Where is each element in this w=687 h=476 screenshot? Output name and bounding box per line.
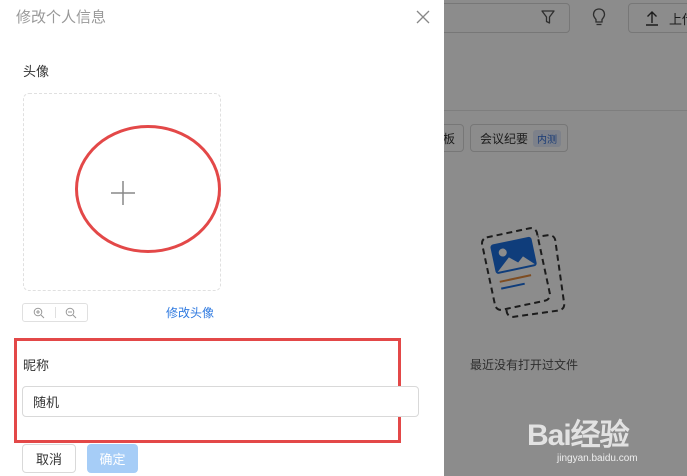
nickname-label: 昵称 (23, 359, 50, 374)
zoom-in-button[interactable] (23, 304, 55, 321)
zoom-out-icon (65, 307, 77, 318)
zoom-in-icon (33, 307, 45, 318)
confirm-button[interactable]: 确定 (87, 444, 138, 473)
watermark-url: jingyan.baidu.com (557, 453, 638, 464)
edit-avatar-link[interactable]: 修改头像 (166, 304, 214, 321)
edit-profile-dialog: 修改个人信息 头像 修改头像 昵称 取消 确定 (0, 0, 444, 476)
watermark-logo: Bai经验 (527, 419, 630, 452)
dialog-title: 修改个人信息 (16, 8, 107, 26)
baidu-jingyan-watermark: Bai经验 jingyan.baidu.com (527, 406, 679, 470)
avatar-label: 头像 (23, 65, 50, 80)
avatar-upload-area[interactable] (23, 93, 221, 291)
zoom-out-button[interactable] (55, 304, 87, 321)
cancel-button[interactable]: 取消 (22, 444, 76, 473)
plus-icon (111, 181, 135, 205)
nickname-input[interactable] (22, 386, 419, 417)
zoom-controls (22, 303, 88, 322)
close-icon[interactable] (416, 10, 430, 24)
